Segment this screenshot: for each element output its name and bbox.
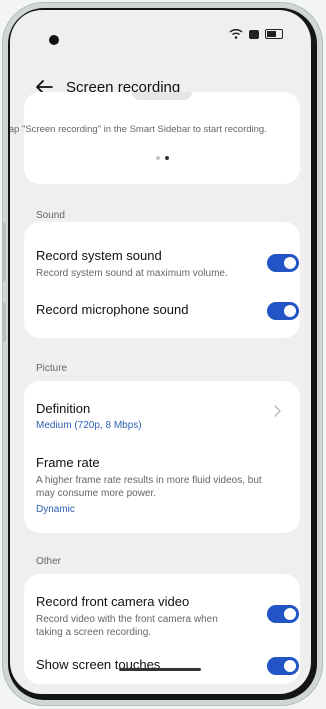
sound-card: Record system sound Record system sound … xyxy=(24,222,300,338)
frame-rate-subtitle-2: may consume more power. xyxy=(36,488,157,499)
record-front-camera-title: Record front camera video xyxy=(36,594,190,609)
battery-icon xyxy=(265,29,283,39)
section-sound: Sound xyxy=(36,210,65,221)
status-icons xyxy=(229,29,283,39)
side-button xyxy=(2,302,6,342)
front-camera xyxy=(49,35,59,45)
record-system-sound-title: Record system sound xyxy=(36,248,162,263)
picture-card: Definition Medium (720p, 8 Mbps) Frame r… xyxy=(24,381,300,533)
record-system-sound-subtitle: Record system sound at maximum volume. xyxy=(36,268,228,279)
frame-rate-subtitle-1: A higher frame rate results in more flui… xyxy=(36,475,262,486)
frame-rate-title: Frame rate xyxy=(36,455,100,470)
record-front-camera-toggle[interactable] xyxy=(267,605,299,623)
hint-text: Tap "Screen recording" in the Smart Side… xyxy=(10,124,267,135)
definition-title: Definition xyxy=(36,401,91,416)
sim-icon xyxy=(249,29,259,39)
chevron-right-icon xyxy=(274,405,281,417)
frame-rate-value: Dynamic xyxy=(36,504,75,515)
record-system-sound-toggle[interactable] xyxy=(267,254,299,272)
wifi-icon xyxy=(229,29,243,39)
page-indicator xyxy=(156,156,169,160)
definition-value: Medium (720p, 8 Mbps) xyxy=(36,420,142,431)
hint-card: Tap "Screen recording" in the Smart Side… xyxy=(10,92,300,184)
page-dot[interactable] xyxy=(156,156,160,160)
preview-tab xyxy=(132,92,192,100)
screen: Screen recording Tap "Screen recording" … xyxy=(10,10,311,694)
status-bar xyxy=(10,10,311,46)
section-picture: Picture xyxy=(36,363,68,374)
page-dot-active[interactable] xyxy=(165,156,169,160)
record-front-camera-subtitle-1: Record video with the front camera when xyxy=(36,614,218,625)
show-screen-touches-toggle[interactable] xyxy=(267,657,299,675)
record-microphone-sound-title: Record microphone sound xyxy=(36,302,189,317)
record-front-camera-subtitle-2: taking a screen recording. xyxy=(36,627,152,638)
side-button xyxy=(2,222,6,282)
record-microphone-sound-toggle[interactable] xyxy=(267,302,299,320)
home-indicator[interactable] xyxy=(119,668,201,671)
section-other: Other xyxy=(36,556,62,567)
